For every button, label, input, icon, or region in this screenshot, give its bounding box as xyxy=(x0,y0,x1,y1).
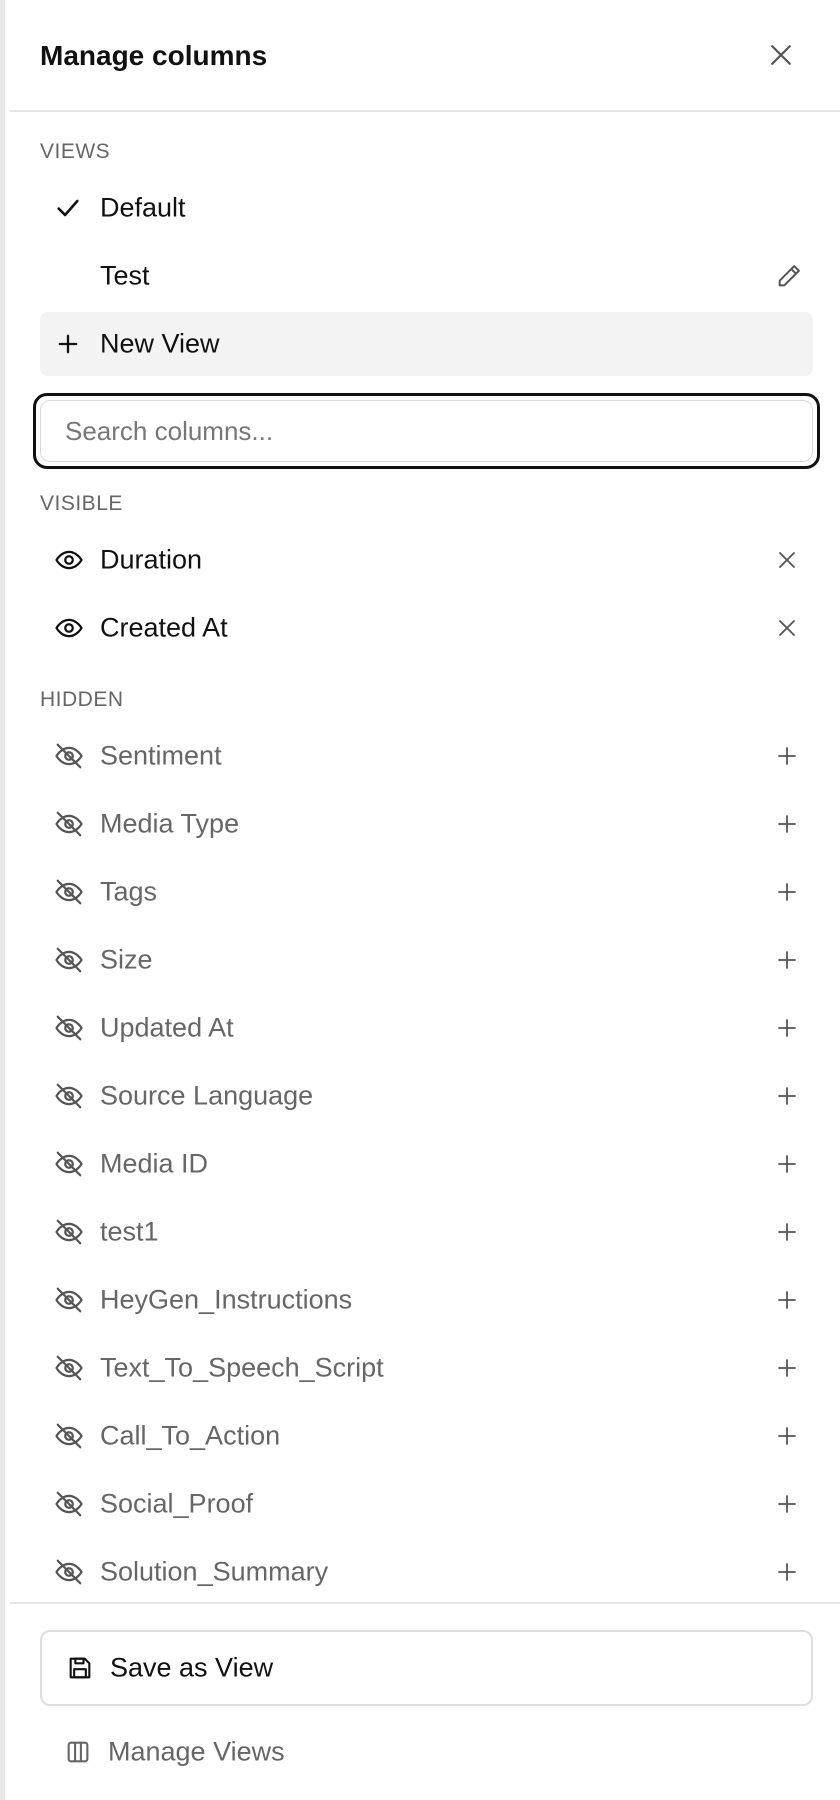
show-column-icon[interactable] xyxy=(775,1016,799,1040)
show-column-icon[interactable] xyxy=(775,1492,799,1516)
save-as-view-button[interactable]: Save as View xyxy=(40,1630,813,1706)
column-label: Social_Proof xyxy=(100,1488,254,1519)
eye-off-icon xyxy=(54,809,84,839)
column-label: Updated At xyxy=(100,1012,234,1043)
new-view-label: New View xyxy=(100,328,220,359)
eye-off-icon xyxy=(54,1013,84,1043)
manage-views-label: Manage Views xyxy=(108,1736,285,1767)
hidden-column-row[interactable]: Media ID xyxy=(40,1132,813,1196)
show-column-icon[interactable] xyxy=(775,948,799,972)
hidden-column-row[interactable]: Media Type xyxy=(40,792,813,856)
hidden-column-row[interactable]: Solution_Summary xyxy=(40,1540,813,1604)
plus-icon xyxy=(58,334,78,354)
eye-icon xyxy=(54,545,84,575)
column-label: Call_To_Action xyxy=(100,1420,281,1451)
show-column-icon[interactable] xyxy=(775,812,799,836)
eye-off-icon xyxy=(54,1217,84,1247)
hide-column-icon[interactable] xyxy=(775,616,799,640)
manage-views-button[interactable]: Manage Views xyxy=(40,1720,813,1784)
save-icon xyxy=(69,1657,91,1679)
search-columns-input[interactable] xyxy=(40,400,813,462)
save-as-view-label: Save as View xyxy=(110,1652,274,1683)
eye-off-icon xyxy=(54,1489,84,1519)
show-column-icon[interactable] xyxy=(775,1288,799,1312)
show-column-icon[interactable] xyxy=(775,1084,799,1108)
view-item-label: Test xyxy=(100,260,150,291)
column-label: HeyGen_Instructions xyxy=(100,1284,353,1315)
pencil-icon[interactable] xyxy=(775,262,803,290)
hide-column-icon[interactable] xyxy=(775,548,799,572)
show-column-icon[interactable] xyxy=(775,1152,799,1176)
eye-off-icon xyxy=(54,1285,84,1315)
eye-off-icon xyxy=(54,1421,84,1451)
close-icon[interactable] xyxy=(766,40,796,70)
visible-section-label: VISIBLE xyxy=(40,492,123,515)
visible-column-row[interactable]: Created At xyxy=(40,596,813,660)
check-icon xyxy=(57,199,79,217)
new-view-button[interactable]: New View xyxy=(40,312,813,376)
column-label: Duration xyxy=(100,544,203,575)
hidden-column-row[interactable]: Sentiment xyxy=(40,724,813,788)
show-column-icon[interactable] xyxy=(775,1424,799,1448)
column-label: Media Type xyxy=(100,808,240,839)
hidden-column-row[interactable]: Source Language xyxy=(40,1064,813,1128)
hidden-column-row[interactable]: test1 xyxy=(40,1200,813,1264)
search-field-wrapper xyxy=(33,393,820,469)
panel-header: Manage columns xyxy=(10,0,840,112)
panel-footer: Save as View Manage Views xyxy=(10,1602,840,1800)
column-label: Text_To_Speech_Script xyxy=(100,1352,384,1383)
show-column-icon[interactable] xyxy=(775,1356,799,1380)
column-label: Media ID xyxy=(100,1148,209,1179)
hidden-column-row[interactable]: Updated At xyxy=(40,996,813,1060)
column-label: Size xyxy=(100,944,153,975)
view-item-test[interactable]: Test xyxy=(40,244,813,308)
show-column-icon[interactable] xyxy=(775,1560,799,1584)
manage-columns-panel: Manage columns VIEWS Default Test New Vi… xyxy=(0,0,840,1800)
show-column-icon[interactable] xyxy=(775,880,799,904)
eye-icon xyxy=(54,613,84,643)
columns-icon xyxy=(67,1741,89,1763)
hidden-section-label: HIDDEN xyxy=(40,688,124,711)
eye-off-icon xyxy=(54,1149,84,1179)
panel-title: Manage columns xyxy=(40,40,268,71)
visible-column-row[interactable]: Duration xyxy=(40,528,813,592)
view-item-label: Default xyxy=(100,192,186,223)
show-column-icon[interactable] xyxy=(775,1220,799,1244)
hidden-column-row[interactable]: Social_Proof xyxy=(40,1472,813,1536)
column-label: test1 xyxy=(100,1216,159,1247)
hidden-column-row[interactable]: Size xyxy=(40,928,813,992)
column-label: Source Language xyxy=(100,1080,314,1111)
eye-off-icon xyxy=(54,1557,84,1587)
hidden-column-row[interactable]: Call_To_Action xyxy=(40,1404,813,1468)
eye-off-icon xyxy=(54,741,84,771)
eye-off-icon xyxy=(54,1081,84,1111)
column-label: Sentiment xyxy=(100,740,222,771)
views-section-label: VIEWS xyxy=(40,140,111,163)
view-item-default[interactable]: Default xyxy=(40,176,813,240)
column-label: Tags xyxy=(100,876,158,907)
show-column-icon[interactable] xyxy=(775,744,799,768)
hidden-column-row[interactable]: Tags xyxy=(40,860,813,924)
column-label: Created At xyxy=(100,612,228,643)
eye-off-icon xyxy=(54,877,84,907)
hidden-column-row[interactable]: Text_To_Speech_Script xyxy=(40,1336,813,1400)
eye-off-icon xyxy=(54,1353,84,1383)
eye-off-icon xyxy=(54,945,84,975)
column-label: Solution_Summary xyxy=(100,1556,329,1587)
hidden-column-row[interactable]: HeyGen_Instructions xyxy=(40,1268,813,1332)
